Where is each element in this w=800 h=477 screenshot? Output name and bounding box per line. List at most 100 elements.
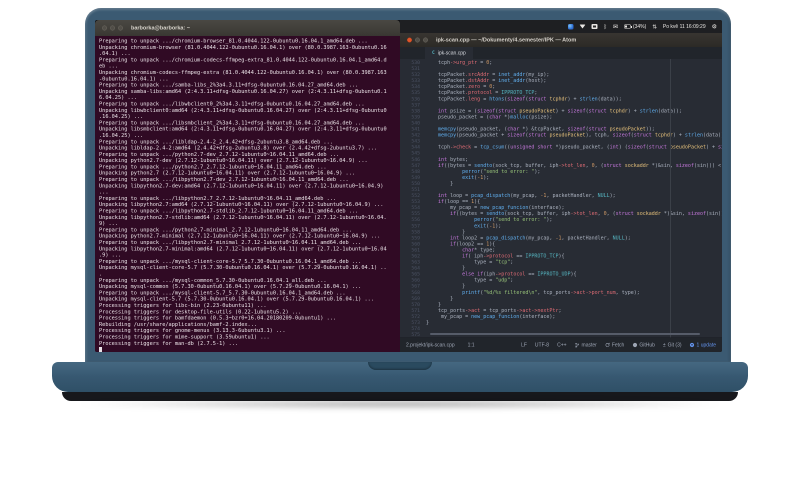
status-bar: 2.projekt/ipk-scan.cpp 1:1 LF UTF-8 C++ mas… [400,337,722,352]
code-text: my_pcap = new_pcap_funcion(interface); [426,313,556,320]
terminal-line: Unpacking mysql-common (5.7.30-0ubuntu0.… [99,283,362,290]
status-github[interactable]: GitHub [632,342,655,348]
tray-item-battery[interactable]: (34%) [623,23,647,30]
terminal-line: Preparing to unpack .../chromium-codecs-… [99,56,387,63]
terminal-line [99,346,400,352]
horizontal-scrollbar[interactable] [430,333,700,335]
screen: barborka@barborka: ~ Preparing to unpack… [95,20,722,352]
status-bar-right: LF UTF-8 C++ master Fetch GitHub ± Git (3) 1 upd… [521,342,716,348]
github-label: GitHub [639,342,655,348]
terminal-line: Preparing to unpack .../libwbclient0_2%3… [99,100,365,107]
tray-item-connectivity[interactable]: ⇅ [652,24,657,30]
status-line-ending[interactable]: LF [521,342,527,348]
code-text: tcph->check = tcp_csum((unsigned short *… [426,144,722,151]
system-tray: ᛒ ✉ (34%) ⇅ Po kvě 11 16:09:29 ⚙ [400,20,722,33]
maximize-button[interactable] [423,37,428,43]
github-icon [632,342,637,348]
tray-item-bluetooth[interactable]: ᛒ [604,24,607,30]
terminal-line: Unpacking libwbclient0:amd64 (2:4.3.11+d… [99,107,387,114]
terminal-line: Unpacking libpython2.7-minimal:amd64 (2.… [99,245,387,252]
tray-item-wifi[interactable] [579,24,586,29]
wrap-guide [670,59,671,338]
tab-label: ipk-scan.cpp [437,50,466,56]
atom-titlebar: ipk-scan.cpp — ~/Dokumenty/4.semester/IP… [400,33,722,48]
code-text: pseudo_packet = (char *)malloc(psize); [426,114,553,120]
close-button[interactable] [102,25,107,31]
tray-item-session-gear[interactable]: ⚙ [712,24,717,30]
terminal-cursor [99,346,102,352]
git-changes-label: Git (3) [667,342,682,348]
session-gear-icon: ⚙ [711,23,717,30]
atom-window-title: ipk-scan.cpp — ~/Dokumenty/4.semester/IP… [436,37,577,43]
editor-column: ᛒ ✉ (34%) ⇅ Po kvě 11 16:09:29 ⚙ ipk-scan.cpp… [400,20,722,352]
terminal-line: Unpacking libpython2.7-stdlib:amd64 (2.7… [99,214,387,221]
terminal-line: Preparing to unpack .../libpython2.7-std… [99,208,359,215]
status-grammar[interactable]: C++ [557,342,566,348]
code-line: 544 tcph->check = tcp_csum((unsigned sho… [400,145,722,151]
status-encoding[interactable]: UTF-8 [535,342,549,348]
tab-ipk-scan[interactable]: C ipk-scan.cpp [425,47,473,59]
close-button[interactable] [407,37,412,43]
git-branch-icon [575,342,580,348]
base-shadow [78,399,722,409]
file-path[interactable]: 2.projekt/ipk-scan.cpp [406,342,455,348]
terminal-line: Unpacking mysql-client-core-5.7 (5.7.30-… [99,264,387,271]
terminal-line: Unpacking libsmbclient:amd64 (2:4.3.11+d… [99,126,387,133]
status-git-fetch[interactable]: Fetch [605,342,625,348]
grammar-label: C++ [557,342,567,348]
terminal-lines: Preparing to unpack .../chromium-browser… [99,38,400,352]
terminal-titlebar: barborka@barborka: ~ [95,20,400,37]
cursor-position[interactable]: 1:1 [468,342,475,348]
laptop-mockup: barborka@barborka: ~ Preparing to unpack… [0,0,800,477]
terminal-line: Unpacking python2.7-dev (2.7.12-1ubuntu0… [99,157,368,164]
keyboard-layout-icon [591,24,598,29]
minimize-button[interactable] [415,37,420,43]
connectivity-icon: ⇅ [652,23,657,30]
maximize-button[interactable] [118,25,123,31]
tray-item-clock[interactable]: Po kvě 11 16:09:29 [663,24,706,30]
code-text: tcpPacket.leng = htons(sizeof(struct tcp… [426,96,622,102]
code-line: 542 memcpy(pseudo_packet + sizeof(struct… [400,133,722,139]
git-changes-icon: ± [662,342,666,348]
terminal-line: Unpacking chromium-browser (81.0.4044.12… [99,44,387,51]
bluetooth-icon: ᛒ [603,23,607,30]
code-text: } [426,180,454,187]
status-git-changes[interactable]: ± Git (3) [663,342,682,348]
clock-label: Po kvě 11 16:09:29 [662,23,706,30]
encoding-label: UTF-8 [534,342,550,348]
tray-item-keyboard-layout[interactable] [591,24,598,29]
terminal-output[interactable]: Preparing to unpack .../chromium-browser… [95,36,400,352]
line-ending-label: LF [521,342,527,348]
status-git-branch[interactable]: master [575,342,597,348]
minimize-button[interactable] [110,25,115,31]
terminal-line: Preparing to unpack .../libpython2.7-min… [99,239,362,246]
tray-item-app-indicator[interactable] [568,23,574,30]
tray-item-mail[interactable]: ✉ [613,24,618,30]
code-lines: 530 tcph->urg_ptr = 0; 531 532 tcpPacket.s… [400,60,722,338]
mail-icon: ✉ [612,23,618,30]
code-editor[interactable]: 530 tcph->urg_ptr = 0; 531 532 tcpPacket.s… [400,59,722,338]
updates-label: 1 update [696,342,716,348]
terminal-title: barborka@barborka: ~ [131,25,191,31]
lid-notch [368,362,432,370]
laptop-lid: barborka@barborka: ~ Preparing to unpack… [85,8,731,362]
tab-bar: C ipk-scan.cpp [400,47,722,59]
battery-label: (34%) [632,23,647,30]
terminal-line: Preparing to unpack .../samba-libs_2%3a4… [99,82,359,89]
laptop-base [52,362,748,409]
terminal-line: Unpacking libpython2.7-dev:amd64 (2.7.12… [99,182,384,189]
terminal-line: Unpacking chromium-codecs-ffmpeg-extra (… [99,69,387,76]
git-branch-label: master [581,342,597,348]
code-text: tcph->urg_ptr = 0; [426,60,493,66]
code-text: memcpy(pseudo_packet + sizeof(struct pse… [438,132,722,139]
battery-icon [623,24,632,29]
git-fetch-icon [605,342,610,348]
terminal-window-buttons [102,25,123,31]
code-text: } [426,320,430,326]
terminal-line: Unpacking libldap-2.4-2:amd64 (2.4.42+df… [99,145,378,152]
code-text: printf("%d/%s filtered\n", tcp_ports->ac… [462,289,640,296]
terminal-line: Preparing to unpack .../chromium-browser… [99,38,368,44]
status-updates[interactable]: 1 update [689,342,716,348]
git-fetch-label: Fetch [611,342,625,348]
atom-window-buttons [407,37,428,43]
